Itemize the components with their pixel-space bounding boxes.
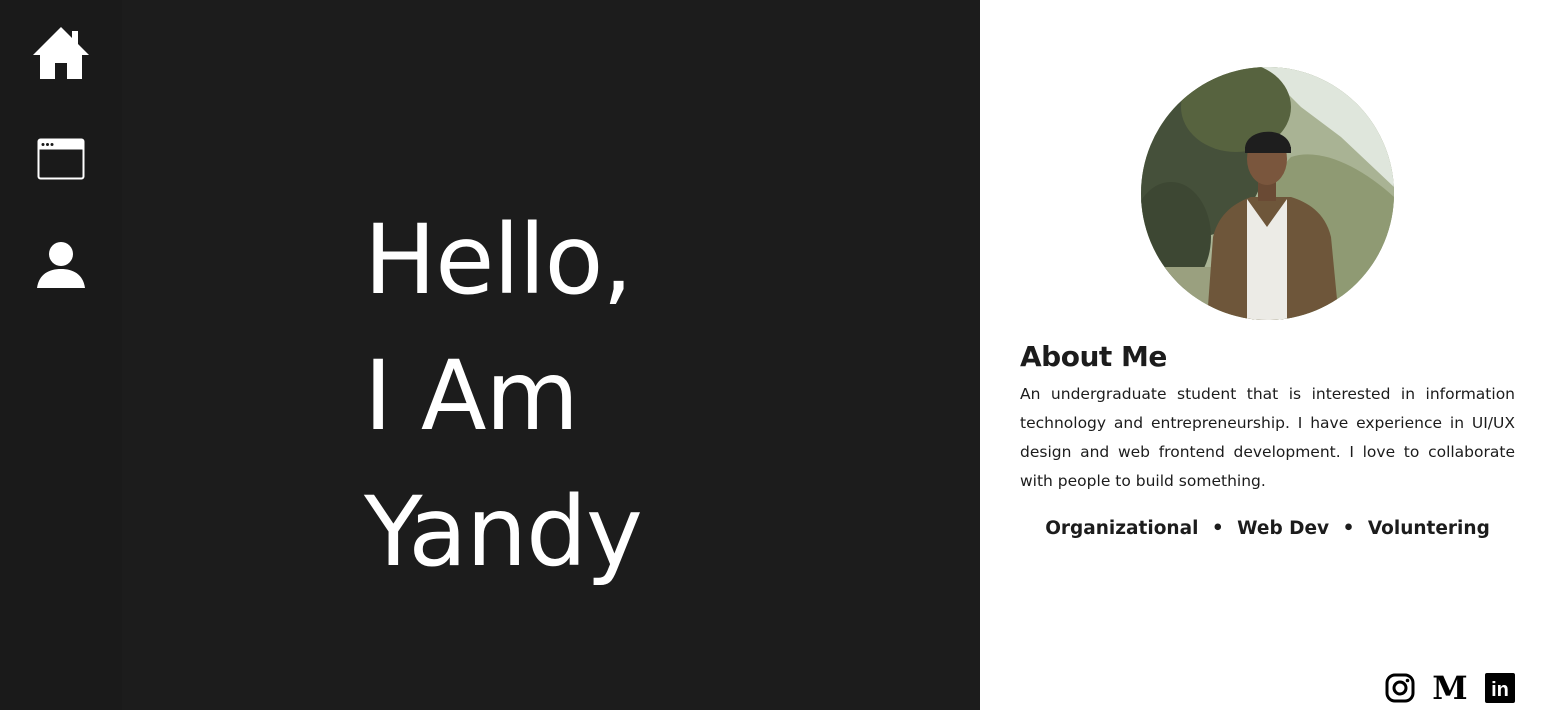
home-icon (33, 27, 89, 79)
tag-voluntering: Voluntering (1367, 518, 1490, 539)
tag-web-dev: Web Dev (1237, 518, 1330, 539)
about-description: An undergraduate student that is interes… (1020, 385, 1515, 490)
sidebar-nav (0, 0, 122, 710)
tag-separator: • (1342, 518, 1355, 539)
profile-photo-illustration (1141, 67, 1394, 320)
medium-link[interactable]: M (1432, 669, 1468, 707)
interest-tags: Organizational • Web Dev • Voluntering (1020, 518, 1515, 539)
social-links: M in (1384, 672, 1516, 704)
profile-photo (1141, 67, 1394, 320)
hero-line-name: Yandy (364, 476, 643, 588)
browser-window-icon (37, 138, 85, 180)
nav-projects-button[interactable] (28, 126, 94, 192)
hero-line-hello: Hello, (364, 204, 633, 316)
instagram-link[interactable] (1384, 672, 1416, 704)
medium-icon: M (1432, 669, 1468, 707)
tag-separator: • (1211, 518, 1224, 539)
hero-section: Hello, I Am Yandy (122, 0, 980, 710)
about-section: About Me An undergraduate student that i… (980, 0, 1554, 710)
user-icon (37, 242, 85, 288)
linkedin-icon: in (1485, 673, 1515, 703)
tag-organizational: Organizational (1045, 518, 1199, 539)
hero-greeting: Hello, I Am Yandy (364, 192, 643, 600)
nav-home-button[interactable] (28, 20, 94, 86)
about-title: About Me (1020, 340, 1167, 373)
linkedin-link[interactable]: in (1484, 672, 1516, 704)
nav-profile-button[interactable] (28, 232, 94, 298)
linkedin-glyph: in (1491, 679, 1509, 701)
instagram-icon (1385, 673, 1415, 703)
hero-line-i-am: I Am (364, 340, 579, 452)
